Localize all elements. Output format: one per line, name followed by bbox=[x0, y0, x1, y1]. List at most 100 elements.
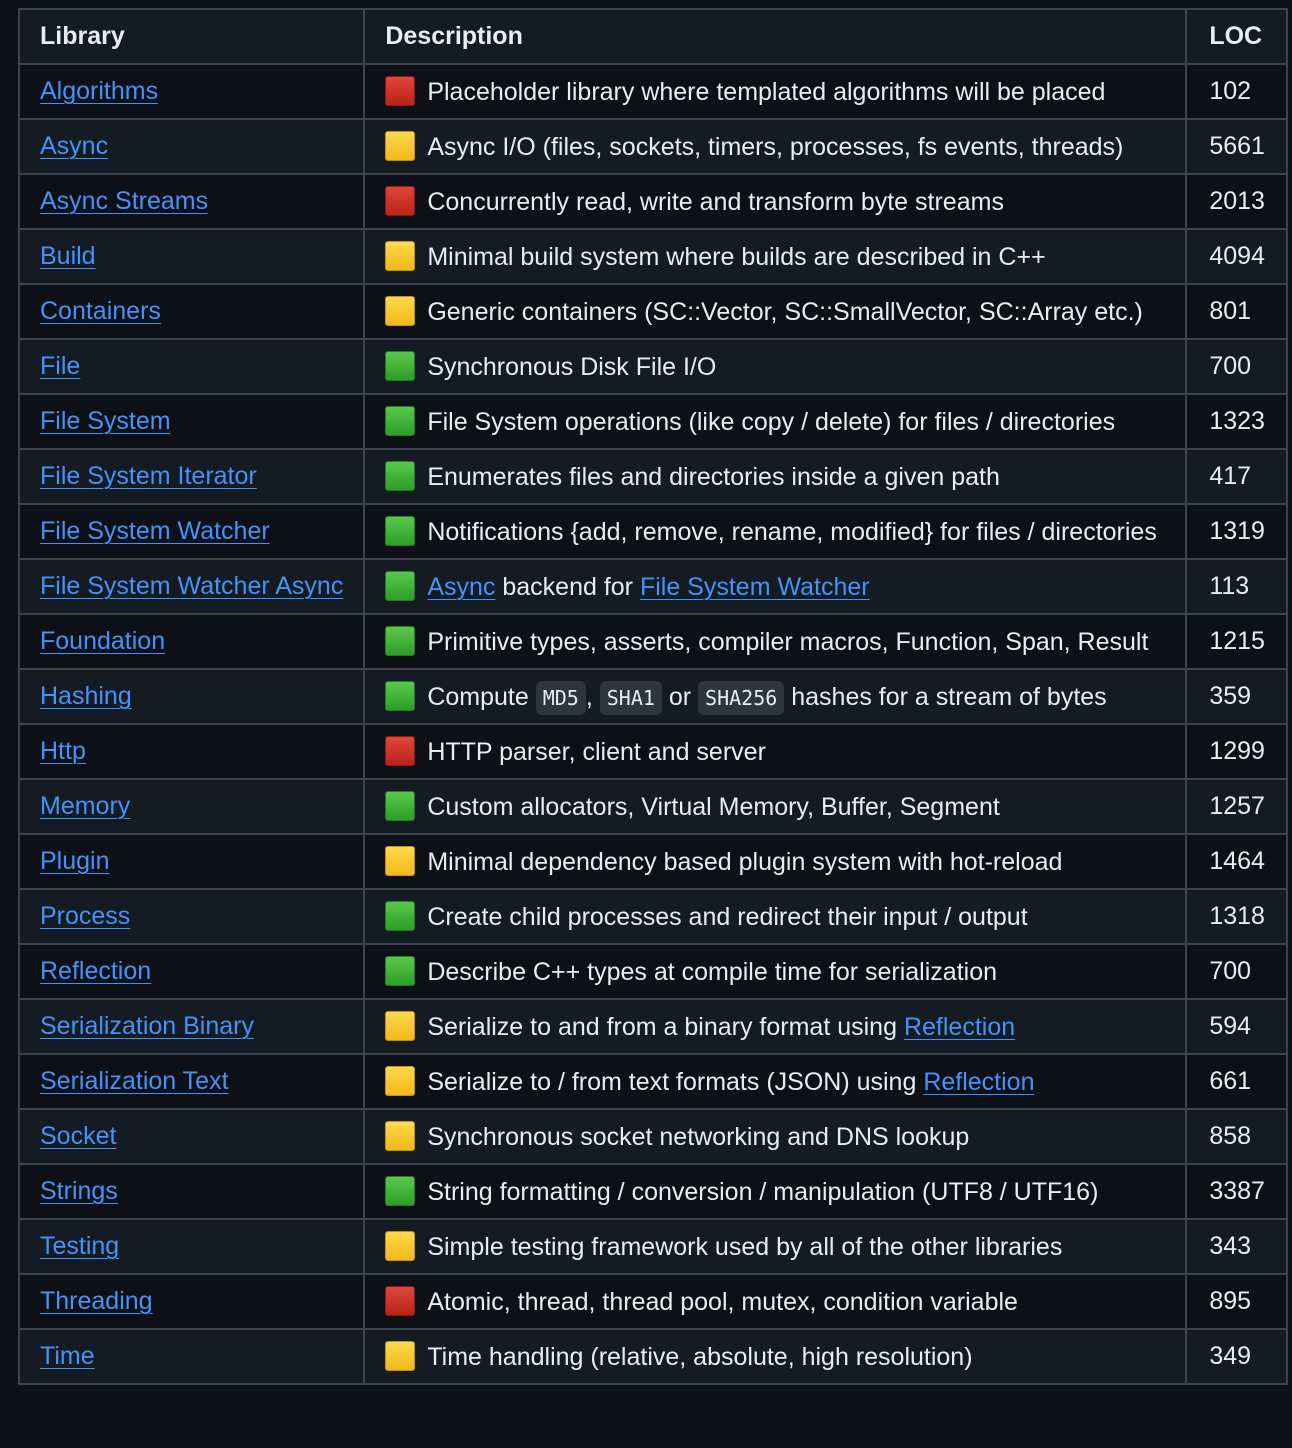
loc-cell: 700 bbox=[1185, 943, 1289, 1000]
description-cell: String formatting / conversion / manipul… bbox=[363, 1163, 1188, 1220]
description-text: Primitive types, asserts, compiler macro… bbox=[427, 628, 1149, 656]
description-cell: Compute MD5, SHA1 or SHA256 hashes for a… bbox=[363, 668, 1188, 725]
description-text: HTTP parser, client and server bbox=[427, 738, 766, 766]
library-link[interactable]: Time bbox=[40, 1342, 95, 1370]
loc-cell: 2013 bbox=[1185, 173, 1289, 230]
table-row: Threading Atomic, thread, thread pool, mu… bbox=[17, 1273, 1289, 1330]
loc-cell: 1464 bbox=[1185, 833, 1289, 890]
library-link[interactable]: Socket bbox=[40, 1122, 116, 1150]
description-cell: Async backend for File System Watcher bbox=[363, 558, 1188, 615]
yellow-square-status-icon bbox=[385, 241, 416, 271]
library-link[interactable]: Build bbox=[40, 242, 96, 270]
description-cell: Atomic, thread, thread pool, mutex, cond… bbox=[363, 1273, 1188, 1330]
loc-cell: 417 bbox=[1185, 448, 1289, 505]
library-cell: File System Watcher Async bbox=[17, 558, 366, 615]
library-cell: Foundation bbox=[17, 613, 366, 670]
green-square-status-icon bbox=[385, 626, 416, 656]
library-cell: Serialization Text bbox=[17, 1053, 366, 1110]
library-cell: Serialization Binary bbox=[17, 998, 366, 1055]
description-link[interactable]: Reflection bbox=[904, 1013, 1015, 1041]
table-row: Serialization Text Serialize to / from te… bbox=[17, 1053, 1289, 1110]
library-link[interactable]: Threading bbox=[40, 1287, 153, 1315]
library-cell: Process bbox=[17, 888, 366, 945]
loc-cell: 594 bbox=[1185, 998, 1289, 1055]
inline-code: MD5 bbox=[535, 681, 586, 715]
loc-cell: 661 bbox=[1185, 1053, 1289, 1110]
library-link[interactable]: Memory bbox=[40, 792, 130, 820]
library-link[interactable]: Hashing bbox=[40, 682, 132, 710]
description-text: Serialize to and from a binary format us… bbox=[427, 1013, 904, 1041]
description-text: Async I/O (files, sockets, timers, proce… bbox=[427, 133, 1124, 161]
loc-cell: 1299 bbox=[1185, 723, 1289, 780]
description-text: , bbox=[585, 683, 600, 711]
library-link[interactable]: Async Streams bbox=[40, 187, 208, 215]
loc-cell: 1215 bbox=[1185, 613, 1289, 670]
library-link[interactable]: Plugin bbox=[40, 847, 110, 875]
table-row: Serialization Binary Serialize to and fro… bbox=[17, 998, 1289, 1055]
table-row: File System Watcher Async Async backend f… bbox=[17, 558, 1289, 615]
green-square-status-icon bbox=[385, 956, 416, 986]
table-row: Memory Custom allocators, Virtual Memory,… bbox=[17, 778, 1289, 835]
library-link[interactable]: File System Iterator bbox=[40, 462, 257, 490]
table-row: Build Minimal build system where builds a… bbox=[17, 228, 1289, 285]
description-text: Generic containers (SC::Vector, SC::Smal… bbox=[427, 298, 1143, 326]
library-link[interactable]: Reflection bbox=[40, 957, 151, 985]
description-text: String formatting / conversion / manipul… bbox=[427, 1178, 1099, 1206]
library-link[interactable]: Serialization Binary bbox=[40, 1012, 254, 1040]
library-link[interactable]: Strings bbox=[40, 1177, 118, 1205]
library-link[interactable]: File System Watcher Async bbox=[40, 572, 343, 600]
description-cell: Serialize to / from text formats (JSON) … bbox=[363, 1053, 1188, 1110]
loc-cell: 343 bbox=[1185, 1218, 1289, 1275]
library-link[interactable]: File bbox=[40, 352, 80, 380]
description-cell: Concurrently read, write and transform b… bbox=[363, 173, 1188, 230]
header-description: Description bbox=[363, 8, 1188, 65]
loc-cell: 700 bbox=[1185, 338, 1289, 395]
table-row: Foundation Primitive types, asserts, comp… bbox=[17, 613, 1289, 670]
description-cell: Minimal build system where builds are de… bbox=[363, 228, 1188, 285]
table-row: Strings String formatting / conversion / … bbox=[17, 1163, 1289, 1220]
description-text: Describe C++ types at compile time for s… bbox=[427, 958, 998, 986]
library-link[interactable]: Testing bbox=[40, 1232, 119, 1260]
description-link[interactable]: Async bbox=[427, 573, 495, 601]
table-row: File Synchronous Disk File I/O 700 bbox=[17, 338, 1289, 395]
green-square-status-icon bbox=[385, 1176, 416, 1206]
yellow-square-status-icon bbox=[385, 1011, 416, 1041]
library-link[interactable]: File System Watcher bbox=[40, 517, 270, 545]
table-row: Process Create child processes and redire… bbox=[17, 888, 1289, 945]
library-cell: Socket bbox=[17, 1108, 366, 1165]
table-row: File System Watcher Notifications {add, r… bbox=[17, 503, 1289, 560]
library-cell: File bbox=[17, 338, 366, 395]
library-link[interactable]: Async bbox=[40, 132, 108, 160]
yellow-square-status-icon bbox=[385, 296, 416, 326]
library-link[interactable]: Containers bbox=[40, 297, 161, 325]
table-row: Http HTTP parser, client and server 1299 bbox=[17, 723, 1289, 780]
description-text: Enumerates files and directories inside … bbox=[427, 463, 1000, 491]
description-text: Serialize to / from text formats (JSON) … bbox=[427, 1068, 924, 1096]
description-text: Simple testing framework used by all of … bbox=[427, 1233, 1063, 1261]
red-square-status-icon bbox=[385, 186, 416, 216]
loc-cell: 1319 bbox=[1185, 503, 1289, 560]
table-row: Containers Generic containers (SC::Vector… bbox=[17, 283, 1289, 340]
table-row: Reflection Describe C++ types at compile … bbox=[17, 943, 1289, 1000]
library-cell: Threading bbox=[17, 1273, 366, 1330]
description-link[interactable]: File System Watcher bbox=[640, 573, 870, 601]
table-row: Time Time handling (relative, absolute, h… bbox=[17, 1328, 1289, 1385]
loc-cell: 801 bbox=[1185, 283, 1289, 340]
description-text: Compute bbox=[427, 683, 536, 711]
library-link[interactable]: File System bbox=[40, 407, 171, 435]
description-cell: Serialize to and from a binary format us… bbox=[363, 998, 1188, 1055]
library-table: Library Description LOC Algorithms Placeh… bbox=[17, 8, 1289, 1385]
yellow-square-status-icon bbox=[385, 1121, 416, 1151]
library-link[interactable]: Foundation bbox=[40, 627, 165, 655]
description-cell: Primitive types, asserts, compiler macro… bbox=[363, 613, 1188, 670]
library-link[interactable]: Http bbox=[40, 737, 86, 765]
loc-cell: 858 bbox=[1185, 1108, 1289, 1165]
description-link[interactable]: Reflection bbox=[923, 1068, 1034, 1096]
library-link[interactable]: Process bbox=[40, 902, 130, 930]
library-link[interactable]: Algorithms bbox=[40, 77, 158, 105]
description-text: or bbox=[661, 683, 699, 711]
library-link[interactable]: Serialization Text bbox=[40, 1067, 229, 1095]
description-cell: Notifications {add, remove, rename, modi… bbox=[363, 503, 1188, 560]
library-cell: Containers bbox=[17, 283, 366, 340]
description-text: Notifications {add, remove, rename, modi… bbox=[427, 518, 1157, 546]
